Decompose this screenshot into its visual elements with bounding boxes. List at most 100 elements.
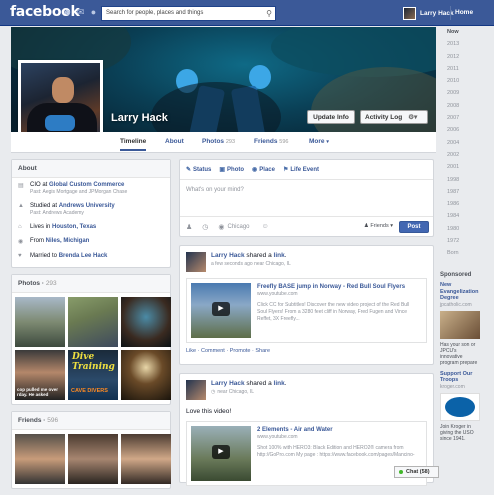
timeline-year-item[interactable]: 2012 (442, 54, 469, 66)
audience-selector[interactable]: ♟ Friends ▾ (364, 223, 393, 229)
photo-thumbnail[interactable]: cop pulled me over rday. He asked (15, 350, 65, 400)
messages-icon[interactable]: ✉ (75, 7, 86, 18)
clock-icon[interactable]: ◷ (202, 223, 208, 231)
friend-thumbnail[interactable] (15, 434, 65, 484)
photo-thumbnail[interactable]: Dive Training CAVE DIVERS (68, 350, 118, 400)
tab-life-event[interactable]: ⚑ Life Event (282, 166, 319, 174)
tab-photos[interactable]: Photos 293 (202, 138, 235, 145)
timeline-year-item[interactable]: 1987 (442, 189, 469, 201)
tab-status[interactable]: ✎ Status (186, 166, 211, 174)
timeline-year-item[interactable]: Now (442, 29, 469, 41)
photo-thumbnail[interactable] (121, 350, 171, 400)
story-meta[interactable]: a few seconds ago near Chicago, IL (211, 261, 291, 267)
timeline-year-item[interactable]: 2006 (442, 127, 469, 139)
link-ref[interactable]: link (274, 252, 285, 259)
link-domain: www.youtube.com (257, 434, 298, 440)
friend-thumbnail[interactable] (68, 434, 118, 484)
timeline-year-item[interactable]: Born (442, 250, 469, 262)
sponsored-column: Sponsored New Evangelization Degree jpca… (440, 272, 480, 447)
about-title[interactable]: About (12, 160, 170, 178)
friends-title[interactable]: Friends · 596 (12, 412, 170, 430)
timeline-year-item[interactable]: 2001 (442, 164, 469, 176)
tab-friends[interactable]: Friends 596 (254, 138, 288, 145)
flag-icon: ⚑ (282, 167, 289, 173)
gear-icon[interactable]: ⚙▾ (408, 113, 417, 121)
group-icon: ♟ (363, 223, 369, 229)
timeline-year-item[interactable]: 1972 (442, 238, 469, 250)
timeline-year-item[interactable]: 1998 (442, 177, 469, 189)
briefcase-icon: ▤ (18, 183, 24, 189)
location-label[interactable]: Chicago (228, 224, 250, 230)
tab-about[interactable]: About (165, 138, 184, 145)
photos-box: Photos · 293 cop pulled me over rday. He… (11, 274, 171, 405)
camera-icon: ▣ (219, 167, 226, 173)
tab-photo[interactable]: ▣ Photo (219, 166, 244, 174)
profile-name[interactable]: Larry Hack (111, 112, 168, 124)
link-title[interactable]: 2 Elements - Air and Water (257, 427, 416, 433)
play-icon[interactable]: ▶ (212, 445, 230, 459)
timeline-year-item[interactable]: 2013 (442, 41, 469, 53)
ad-image[interactable] (440, 310, 480, 339)
location-pin-icon: ◉ (18, 239, 24, 245)
author-name[interactable]: Larry Hack (211, 252, 245, 259)
ad-unit[interactable]: Support Our Troops kroger.com Join Kroge… (440, 371, 480, 442)
timeline-year-item[interactable]: 1984 (442, 213, 469, 225)
author-name[interactable]: Larry Hack (211, 380, 245, 387)
photo-thumbnail[interactable] (121, 297, 171, 347)
status-input[interactable]: What's on your mind? (180, 180, 433, 200)
chevron-down-icon: ▾ (326, 139, 329, 145)
friend-thumbnail[interactable] (121, 434, 171, 484)
ad-image[interactable] (440, 392, 480, 421)
link-title[interactable]: Freefly BASE jump in Norway - Red Bull S… (257, 284, 416, 290)
avatar (403, 6, 416, 20)
tab-place[interactable]: ◉ Place (252, 166, 275, 174)
link-preview[interactable]: ▶ 2 Elements - Air and Water www.youtube… (186, 421, 427, 486)
user-profile-link[interactable]: Larry Hack (403, 6, 454, 20)
timeline-year-item[interactable]: 1980 (442, 226, 469, 238)
ad-text: Has your son or JPCU's innovative progra… (440, 341, 478, 366)
avatar[interactable] (186, 252, 206, 272)
online-status-icon (399, 470, 403, 474)
activity-log-button[interactable]: Activity Log ⚙▾ (360, 110, 428, 124)
smiley-icon[interactable]: ☺ (262, 223, 269, 230)
story-meta[interactable]: ◷ near Chicago, IL (211, 389, 287, 395)
ad-text: Join Kroger in giving the USO since 1941… (440, 423, 474, 442)
story-text: Love this video! (186, 408, 232, 415)
chat-bar[interactable]: Chat (58) (394, 466, 439, 478)
tab-more[interactable]: More ▾ (309, 138, 329, 145)
timeline-year-item[interactable]: 2010 (442, 78, 469, 90)
search-icon[interactable]: ⚲ (266, 9, 272, 18)
link-description: Click CC for Subtitles! Discover the new… (257, 302, 410, 322)
photos-title[interactable]: Photos · 293 (12, 275, 170, 293)
story-actions[interactable]: Like · Comment · Promote · Share (186, 348, 427, 354)
ad-title[interactable]: New Evangelization Degree (440, 282, 480, 302)
timeline-year-item[interactable]: 2009 (442, 90, 469, 102)
ad-domain: kroger.com (440, 383, 465, 390)
play-icon[interactable]: ▶ (212, 302, 230, 316)
home-link[interactable]: Home (455, 9, 473, 16)
search-placeholder: Search for people, places and things (106, 10, 204, 16)
ad-unit[interactable]: New Evangelization Degree jpcatholic.com… (440, 282, 480, 366)
location-pin-icon[interactable]: ◉ (218, 223, 224, 231)
photo-thumbnail[interactable] (15, 297, 65, 347)
ad-title[interactable]: Support Our Troops (440, 371, 480, 384)
timeline-year-item[interactable]: 2002 (442, 152, 469, 164)
notifications-icon[interactable]: ● (88, 7, 99, 18)
search-input[interactable]: Search for people, places and things ⚲ (101, 6, 276, 21)
avatar[interactable] (186, 380, 206, 400)
friends-box: Friends · 596 (11, 411, 171, 489)
timeline-year-item[interactable]: 2008 (442, 103, 469, 115)
link-preview[interactable]: ▶ Freefly BASE jump in Norway - Red Bull… (186, 278, 427, 343)
tag-friends-icon[interactable]: ♟ (186, 223, 192, 231)
timeline-year-item[interactable]: 2004 (442, 140, 469, 152)
link-ref[interactable]: link (274, 380, 285, 387)
post-button[interactable]: Post (399, 221, 429, 233)
update-info-button[interactable]: Update Info (307, 110, 355, 124)
list-item: ◉ From Niles, Michigan (18, 238, 90, 245)
timeline-year-item[interactable]: 2011 (442, 66, 469, 78)
timeline-year-item[interactable]: 2007 (442, 115, 469, 127)
friend-requests-icon[interactable]: ☻ (62, 7, 73, 18)
photo-thumbnail[interactable] (68, 297, 118, 347)
tab-timeline[interactable]: Timeline (120, 138, 147, 151)
timeline-year-item[interactable]: 1986 (442, 201, 469, 213)
